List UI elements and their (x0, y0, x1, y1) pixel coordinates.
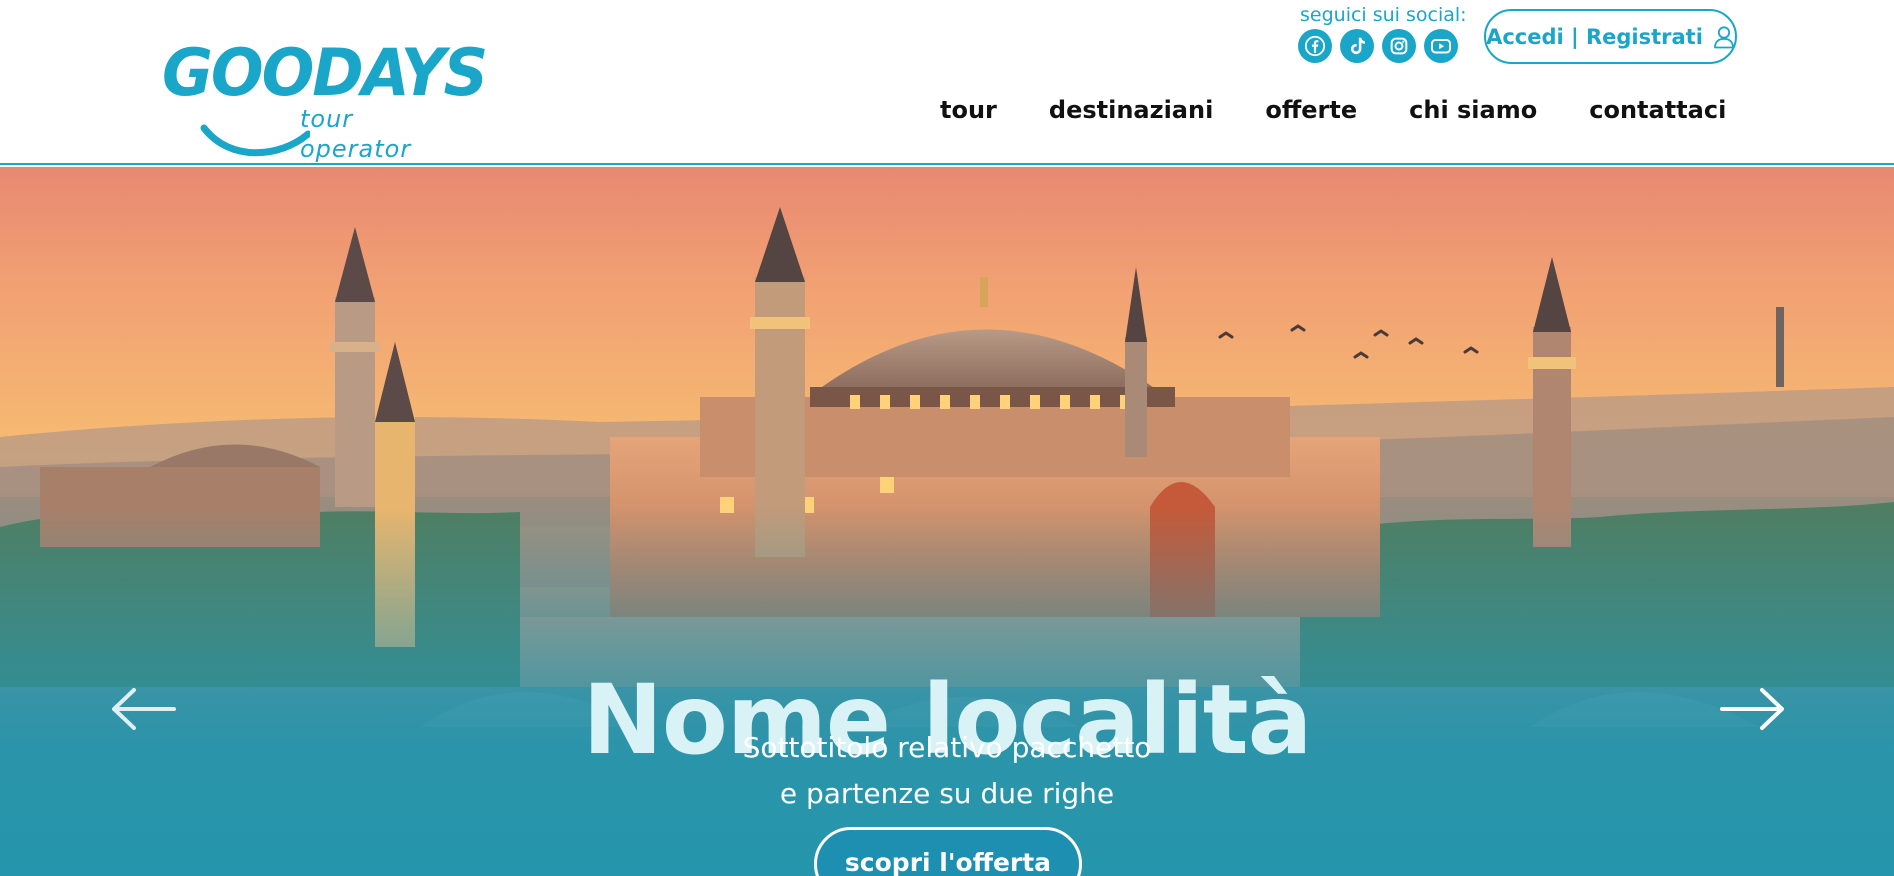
instagram-icon[interactable] (1382, 29, 1416, 63)
hero-slider: Nome località Sottotitolo relativo pacch… (0, 167, 1894, 876)
social-label: seguici sui social: (1300, 4, 1467, 26)
site-header: GOODAYS tour operator seguici sui social… (0, 0, 1894, 165)
login-register-label: Accedi | Registrati (1486, 24, 1703, 49)
youtube-icon[interactable] (1424, 29, 1458, 63)
social-icons (1298, 29, 1458, 63)
logo[interactable]: GOODAYS tour operator (160, 36, 488, 163)
tiktok-icon[interactable] (1340, 29, 1374, 63)
facebook-icon[interactable] (1298, 29, 1332, 63)
hero-subtitle: Sottotitolo relativo pacchetto e partenz… (0, 725, 1894, 817)
nav-item-chi-siamo[interactable]: chi siamo (1409, 92, 1537, 128)
nav-item-destinazioni[interactable]: destinaziani (1049, 92, 1213, 128)
logo-tagline: tour operator (300, 105, 412, 163)
discover-offer-button[interactable]: scopri l'offerta (814, 827, 1082, 876)
logo-smile-icon (200, 124, 310, 157)
hero-subtitle-line-1: Sottotitolo relativo pacchetto (742, 731, 1152, 764)
user-icon (1714, 25, 1734, 48)
nav-item-offerte[interactable]: offerte (1265, 92, 1357, 128)
login-register-button[interactable]: Accedi | Registrati (1484, 9, 1737, 64)
main-nav: tour destinaziani offerte chi siamo cont… (940, 92, 1726, 128)
hero-subtitle-line-2: e partenze su due righe (779, 777, 1115, 810)
nav-item-contattaci[interactable]: contattaci (1589, 92, 1726, 128)
logo-wordmark: GOODAYS (162, 34, 488, 111)
nav-item-tour[interactable]: tour (940, 92, 997, 128)
